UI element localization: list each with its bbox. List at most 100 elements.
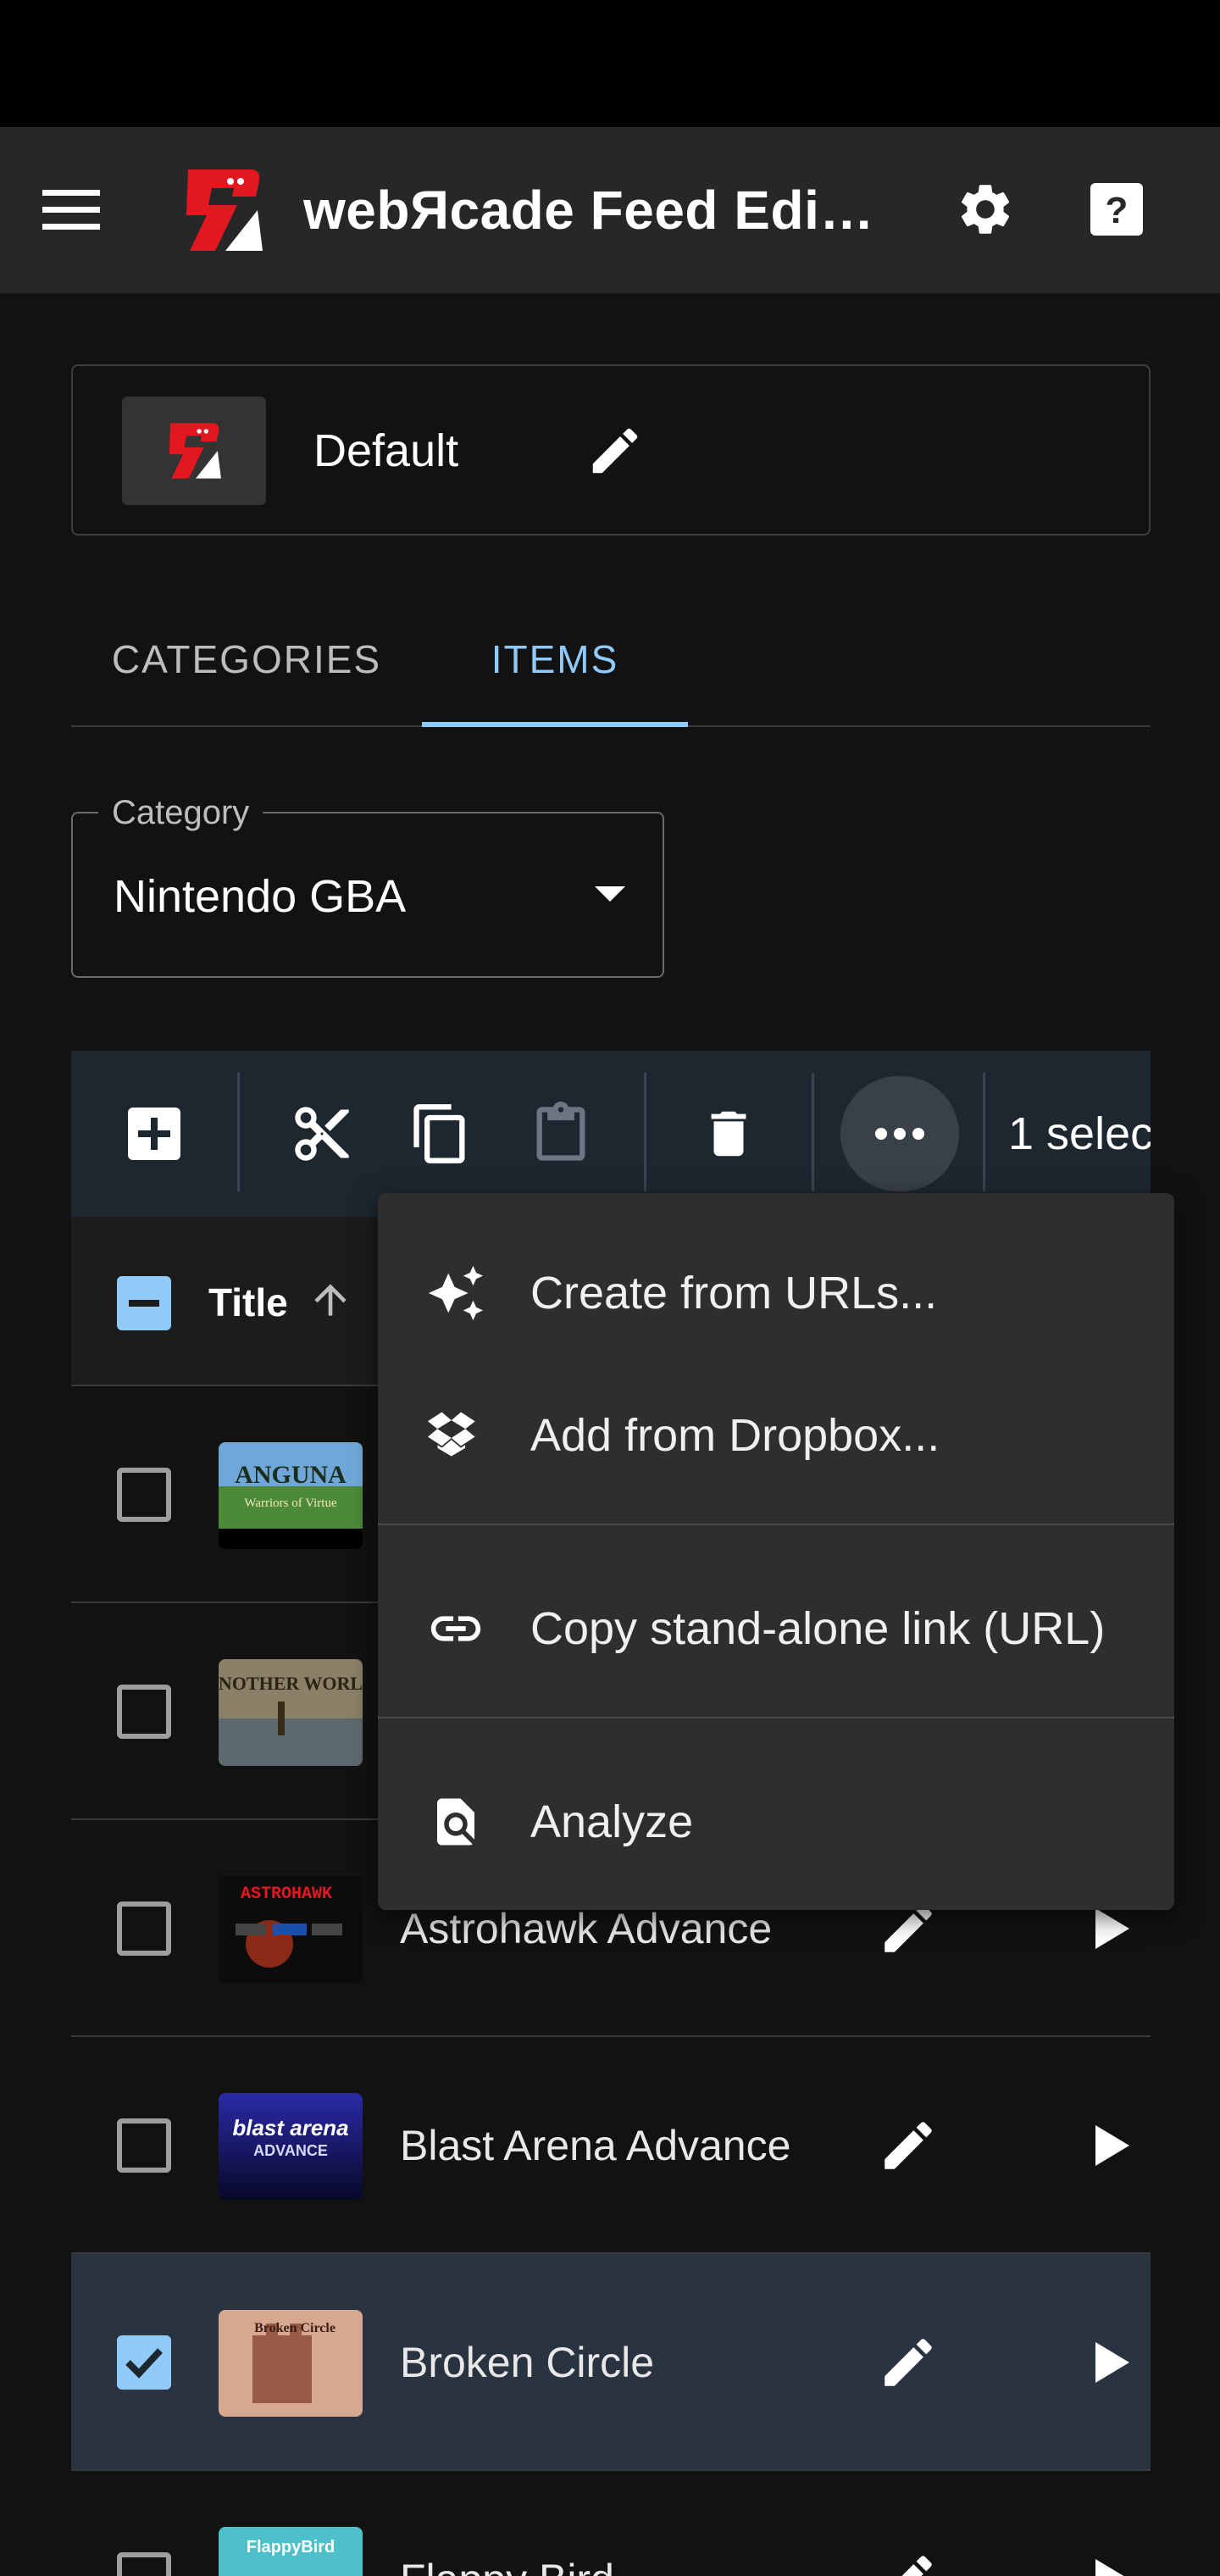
edit-feed-button[interactable] (581, 417, 649, 485)
play-icon (1095, 2125, 1129, 2166)
more-options-button[interactable] (840, 1076, 959, 1191)
add-item-button[interactable] (120, 1100, 188, 1168)
toolbar-divider (237, 1073, 240, 1191)
item-name: Broken Circle (400, 2339, 655, 2386)
webrcade-logo (169, 423, 221, 479)
row-checkbox[interactable] (117, 2552, 171, 2576)
play-icon (1095, 2342, 1129, 2383)
menu-divider (378, 1524, 1174, 1525)
pencil-icon (884, 2122, 932, 2169)
delete-icon (711, 1111, 746, 1157)
category-label: Category (98, 791, 263, 834)
link-icon (422, 1595, 490, 1663)
delete-button[interactable] (695, 1100, 762, 1168)
menu-icon (42, 190, 100, 230)
menu-divider (378, 1717, 1174, 1718)
settings-button[interactable] (951, 175, 1020, 244)
item-thumbnail: Broken Circle (219, 2310, 363, 2417)
help-icon: ? (1090, 183, 1143, 236)
menu-item-add-from-dropbox[interactable]: Add from Dropbox... (378, 1381, 1174, 1490)
dropdown-arrow-icon (595, 886, 625, 902)
menu-item-label: Add from Dropbox... (530, 1410, 940, 1461)
select-all-checkbox[interactable] (117, 1276, 171, 1330)
row-checkbox[interactable] (117, 1901, 171, 1956)
more-icon (875, 1128, 924, 1140)
item-name: Flappy Bird (400, 2547, 614, 2576)
svg-text:ANOTHER WORLD: ANOTHER WORLD (219, 1673, 363, 1694)
toolbar-divider (644, 1073, 646, 1191)
feed-card: Default (71, 364, 1151, 536)
play-item-button[interactable] (1084, 2118, 1139, 2173)
svg-text:ADVANCE: ADVANCE (253, 2142, 328, 2159)
item-thumbnail: ASTROHAWK (219, 1876, 363, 1983)
table-toolbar: 1 selec (71, 1051, 1151, 1217)
sparkle-icon (422, 1259, 490, 1327)
svg-text:?: ? (1106, 190, 1128, 231)
cut-button[interactable] (288, 1100, 356, 1168)
menu-item-analyze[interactable]: Analyze (378, 1768, 1174, 1876)
edit-item-button[interactable] (873, 2110, 944, 2181)
paste-button[interactable] (527, 1100, 595, 1168)
item-thumbnail: FlappyBird (219, 2527, 363, 2576)
row-checkbox[interactable] (117, 1685, 171, 1739)
webrcade-logo (178, 163, 268, 258)
edit-item-button[interactable] (873, 2327, 944, 2398)
copy-button[interactable] (407, 1100, 474, 1168)
table-row[interactable]: FlappyBird Flappy Bird (71, 2471, 1151, 2576)
row-checkbox[interactable] (117, 2118, 171, 2173)
more-options-menu: Create from URLs... Add from Dropbox... … (378, 1193, 1174, 1910)
item-thumbnail: blast arena ADVANCE (219, 2093, 363, 2200)
status-bar (0, 0, 1220, 127)
tab-items[interactable]: ITEMS (422, 593, 688, 725)
menu-button[interactable] (34, 178, 108, 242)
svg-text:ANGUNA: ANGUNA (235, 1461, 347, 1489)
table-row-selected[interactable]: Broken Circle Broken Circle (71, 2254, 1151, 2471)
menu-item-copy-link[interactable]: Copy stand-alone link (URL) (378, 1574, 1174, 1683)
svg-text:ASTROHAWK: ASTROHAWK (241, 1885, 332, 1904)
toolbar-divider (983, 1073, 985, 1191)
feed-thumbnail (122, 397, 266, 505)
sort-ascending-icon (314, 1284, 347, 1316)
menu-item-label: Copy stand-alone link (URL) (530, 1603, 1106, 1654)
play-item-button[interactable] (1084, 2335, 1139, 2390)
pencil-icon (592, 428, 638, 474)
item-thumbnail: ANOTHER WORLD (219, 1659, 363, 1766)
gear-icon (961, 185, 1010, 234)
category-value: Nintendo GBA (114, 871, 407, 922)
row-checkbox-checked[interactable] (117, 2335, 171, 2390)
pencil-icon (901, 2556, 932, 2576)
help-button[interactable]: ? (1083, 175, 1151, 244)
checkmark-icon (125, 2348, 163, 2379)
column-title[interactable]: Title (208, 1273, 288, 1332)
play-icon (1095, 2559, 1124, 2576)
play-item-button[interactable] (1084, 2552, 1139, 2576)
menu-item-label: Create from URLs... (530, 1268, 938, 1319)
category-select[interactable]: Category Nintendo GBA (71, 791, 664, 978)
row-checkbox[interactable] (117, 1468, 171, 1522)
copy-icon (413, 1104, 465, 1163)
item-name: Blast Arena Advance (400, 2122, 791, 2169)
selected-count: 1 selec (1008, 1108, 1151, 1159)
dropbox-icon (422, 1402, 490, 1469)
toolbar-divider (812, 1073, 814, 1191)
pencil-icon (884, 2339, 932, 2386)
menu-item-label: Analyze (530, 1796, 694, 1847)
cut-icon (295, 1107, 349, 1161)
item-thumbnail: ANGUNA Warriors of Virtue (219, 1442, 363, 1549)
tab-bar: CATEGORIES ITEMS (71, 593, 1151, 727)
analyze-icon (422, 1788, 490, 1856)
add-icon (128, 1108, 180, 1160)
feed-name: Default (313, 425, 459, 476)
app-title: webЯcade Feed Edi… (303, 180, 874, 241)
edit-item-button[interactable] (873, 2544, 944, 2576)
paste-icon (536, 1102, 585, 1161)
svg-text:Broken Circle: Broken Circle (254, 2321, 336, 2335)
tab-categories[interactable]: CATEGORIES (71, 593, 422, 725)
svg-text:Warriors of Virtue: Warriors of Virtue (244, 1496, 337, 1510)
menu-item-create-from-urls[interactable]: Create from URLs... (378, 1239, 1174, 1347)
svg-text:blast arena: blast arena (232, 2115, 348, 2140)
play-icon (1095, 1908, 1129, 1949)
table-row[interactable]: blast arena ADVANCE Blast Arena Advance (71, 2037, 1151, 2254)
svg-text:FlappyBird: FlappyBird (247, 2538, 335, 2557)
app-bar: webЯcade Feed Edi… ? (0, 127, 1220, 293)
